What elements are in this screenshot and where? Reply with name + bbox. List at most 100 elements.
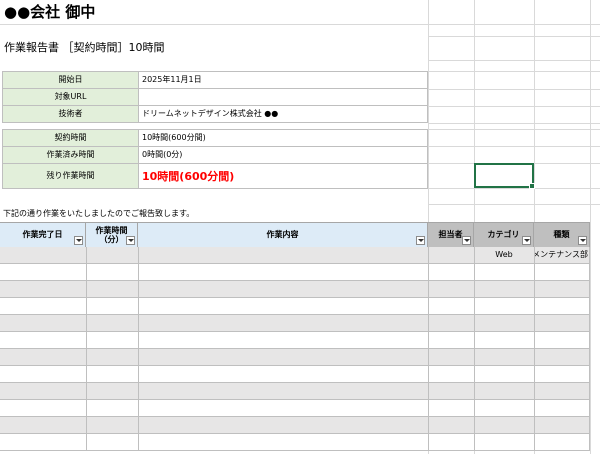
table-cell[interactable] — [86, 400, 138, 416]
table-cell[interactable] — [138, 366, 428, 382]
table-row[interactable] — [0, 332, 590, 349]
table-cell[interactable] — [474, 298, 534, 314]
table-cell[interactable] — [474, 400, 534, 416]
table-cell[interactable] — [86, 417, 138, 433]
table-cell[interactable] — [534, 366, 590, 382]
table-row[interactable] — [0, 264, 590, 281]
table-cell[interactable] — [0, 400, 86, 416]
table-cell[interactable] — [474, 383, 534, 399]
table-cell[interactable] — [428, 332, 474, 348]
target-url-value[interactable] — [138, 88, 428, 106]
fill-handle[interactable] — [529, 183, 535, 189]
table-cell[interactable] — [534, 417, 590, 433]
table-row[interactable] — [0, 383, 590, 400]
table-cell[interactable] — [0, 332, 86, 348]
table-cell[interactable] — [0, 349, 86, 365]
table-cell[interactable] — [534, 281, 590, 297]
table-cell[interactable] — [474, 315, 534, 331]
table-row[interactable] — [0, 298, 590, 315]
table-cell[interactable] — [474, 281, 534, 297]
table-cell[interactable] — [428, 264, 474, 280]
table-cell[interactable] — [428, 298, 474, 314]
table-cell[interactable] — [86, 383, 138, 399]
table-row[interactable] — [0, 400, 590, 417]
table-cell[interactable] — [428, 315, 474, 331]
table-cell[interactable] — [474, 417, 534, 433]
table-cell[interactable] — [138, 434, 428, 450]
table-cell[interactable] — [86, 264, 138, 280]
table-cell[interactable] — [138, 264, 428, 280]
filter-dropdown-icon[interactable] — [74, 236, 83, 245]
table-cell[interactable] — [534, 264, 590, 280]
table-row[interactable] — [0, 349, 590, 366]
table-cell[interactable] — [86, 349, 138, 365]
remaining-time-value[interactable]: 10時間(600分間) — [138, 163, 428, 189]
table-cell[interactable] — [0, 434, 86, 450]
table-cell[interactable] — [0, 383, 86, 399]
table-cell[interactable] — [474, 366, 534, 382]
table-cell[interactable] — [428, 383, 474, 399]
table-cell[interactable] — [428, 417, 474, 433]
table-cell[interactable] — [86, 247, 138, 263]
table-cell[interactable] — [138, 281, 428, 297]
table-cell[interactable] — [428, 281, 474, 297]
table-cell[interactable] — [86, 298, 138, 314]
table-cell[interactable] — [138, 383, 428, 399]
table-cell[interactable] — [534, 400, 590, 416]
table-cell[interactable] — [428, 400, 474, 416]
table-cell[interactable] — [474, 332, 534, 348]
engineer-value[interactable]: ドリームネットデザイン株式会社 ●● — [138, 105, 428, 123]
filter-dropdown-icon[interactable] — [416, 236, 425, 245]
table-row[interactable] — [0, 434, 590, 451]
header-type[interactable]: 種類 — [534, 223, 590, 247]
table-cell[interactable]: メンテナンス部 — [534, 247, 590, 263]
table-cell[interactable] — [474, 349, 534, 365]
table-cell[interactable] — [138, 298, 428, 314]
table-cell[interactable] — [138, 332, 428, 348]
table-row[interactable]: Web メンテナンス部 — [0, 247, 590, 264]
table-cell[interactable] — [0, 281, 86, 297]
header-work-minutes[interactable]: 作業時間 （分） — [86, 223, 138, 247]
table-cell[interactable] — [0, 298, 86, 314]
table-cell[interactable] — [428, 366, 474, 382]
start-date-value[interactable]: 2025年11月1日 — [138, 71, 428, 89]
table-cell[interactable] — [534, 332, 590, 348]
table-cell[interactable] — [86, 332, 138, 348]
table-cell[interactable] — [428, 434, 474, 450]
table-cell[interactable] — [474, 264, 534, 280]
table-cell[interactable] — [138, 349, 428, 365]
table-cell[interactable] — [534, 383, 590, 399]
table-row[interactable] — [0, 281, 590, 298]
table-cell[interactable] — [138, 247, 428, 263]
table-cell[interactable] — [86, 366, 138, 382]
table-cell[interactable] — [0, 315, 86, 331]
table-cell[interactable] — [428, 349, 474, 365]
done-time-value[interactable]: 0時間(0分) — [138, 146, 428, 164]
table-cell[interactable] — [138, 315, 428, 331]
table-cell[interactable] — [534, 434, 590, 450]
table-cell[interactable]: Web — [474, 247, 534, 263]
table-cell[interactable] — [0, 264, 86, 280]
table-cell[interactable] — [138, 400, 428, 416]
table-cell[interactable] — [0, 247, 86, 263]
table-cell[interactable] — [86, 315, 138, 331]
table-row[interactable] — [0, 417, 590, 434]
table-cell[interactable] — [534, 298, 590, 314]
table-cell[interactable] — [86, 281, 138, 297]
table-row[interactable] — [0, 315, 590, 332]
header-assignee[interactable]: 担当者 — [428, 223, 474, 247]
filter-dropdown-icon[interactable] — [522, 236, 531, 245]
table-cell[interactable] — [0, 417, 86, 433]
table-cell[interactable] — [534, 315, 590, 331]
filter-dropdown-icon[interactable] — [578, 236, 587, 245]
table-cell[interactable] — [534, 349, 590, 365]
filter-dropdown-icon[interactable] — [462, 236, 471, 245]
table-cell[interactable] — [86, 434, 138, 450]
table-cell[interactable] — [0, 366, 86, 382]
table-row[interactable] — [0, 366, 590, 383]
selected-cell[interactable] — [474, 163, 535, 189]
table-cell[interactable] — [138, 417, 428, 433]
contract-time-value[interactable]: 10時間(600分間) — [138, 129, 428, 147]
filter-dropdown-icon[interactable] — [126, 236, 135, 245]
header-work-content[interactable]: 作業内容 — [138, 223, 428, 247]
